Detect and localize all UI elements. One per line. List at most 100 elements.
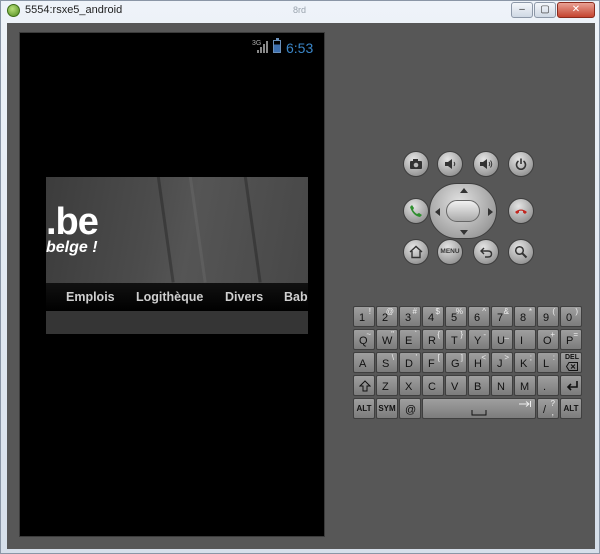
key-v[interactable]: V <box>445 375 467 396</box>
key-o[interactable]: O + <box>537 329 559 350</box>
menu-item-bab[interactable]: Bab <box>284 290 308 304</box>
search-icon <box>514 245 528 259</box>
key-e[interactable]: E ` <box>399 329 421 350</box>
key-8[interactable]: 8 * <box>514 306 536 327</box>
battery-icon <box>273 38 281 53</box>
site-banner[interactable]: .be belge ! <box>46 177 308 283</box>
call-button[interactable] <box>403 198 429 224</box>
key-shift[interactable] <box>353 375 375 396</box>
camera-button[interactable] <box>403 151 429 177</box>
key-alt-left[interactable]: ALT <box>353 398 375 419</box>
key-period[interactable]: . <box>537 375 559 396</box>
end-call-button[interactable] <box>508 198 534 224</box>
key-z[interactable]: Z <box>376 375 398 396</box>
key-c[interactable]: C <box>422 375 444 396</box>
key-p[interactable]: P = <box>560 329 582 350</box>
emulator-body: 3G 6:53 .be belge ! Emplois Logithèque D… <box>7 23 595 549</box>
title-bar[interactable]: 5554:rsxe5_android 8rd – ▢ ✕ <box>1 1 599 21</box>
key-slash[interactable]: /?, <box>537 398 559 419</box>
hardware-keyboard: 1! 2 @ 3 # 4 $ 5% 6 ^ 7 & 8 * 9( 0) Q ~ W " E ` R… <box>353 306 584 422</box>
key-l[interactable]: L: <box>537 352 559 373</box>
dpad-left-icon[interactable] <box>435 208 440 216</box>
key-q[interactable]: Q ~ <box>353 329 375 350</box>
key-a[interactable]: A <box>353 352 375 373</box>
maximize-button[interactable]: ▢ <box>534 2 556 18</box>
key-9[interactable]: 9( <box>537 306 559 327</box>
key-b[interactable]: B <box>468 375 490 396</box>
call-icon <box>410 205 422 217</box>
key-i[interactable]: I <box>514 329 536 350</box>
dpad[interactable] <box>429 183 497 239</box>
minimize-button[interactable]: – <box>511 2 533 18</box>
power-button[interactable] <box>508 151 534 177</box>
key-k[interactable]: K; <box>514 352 536 373</box>
key-t[interactable]: T} <box>445 329 467 350</box>
key-sym[interactable]: SYM <box>376 398 398 419</box>
key-r[interactable]: R{ <box>422 329 444 350</box>
window-controls: – ▢ ✕ <box>510 2 595 18</box>
space-icon <box>471 410 487 416</box>
site-menu: Emplois Logithèque Divers Bab <box>46 283 308 311</box>
close-button[interactable]: ✕ <box>557 2 595 18</box>
key-h[interactable]: H < <box>468 352 490 373</box>
volume-up-button[interactable] <box>473 151 499 177</box>
menu-item-emplois[interactable]: Emplois <box>66 290 115 304</box>
power-icon <box>515 158 527 170</box>
menu-button[interactable]: MENU <box>437 239 463 265</box>
back-button[interactable] <box>473 239 499 265</box>
home-button[interactable] <box>403 239 429 265</box>
key-3[interactable]: 3 # <box>399 306 421 327</box>
key-y[interactable]: Y- <box>468 329 490 350</box>
key-f[interactable]: F[ <box>422 352 444 373</box>
key-g[interactable]: G] <box>445 352 467 373</box>
key-1[interactable]: 1! <box>353 306 375 327</box>
key-6[interactable]: 6 ^ <box>468 306 490 327</box>
key-0[interactable]: 0) <box>560 306 582 327</box>
key-enter[interactable] <box>560 375 582 396</box>
key-w[interactable]: W " <box>376 329 398 350</box>
volume-down-button[interactable] <box>437 151 463 177</box>
site-logo[interactable]: .be <box>46 201 99 244</box>
key-alt-right[interactable]: ALT <box>560 398 582 419</box>
camera-icon <box>410 159 422 169</box>
key-5[interactable]: 5% <box>445 306 467 327</box>
key-d[interactable]: D ' <box>399 352 421 373</box>
key-x[interactable]: X <box>399 375 421 396</box>
end-call-icon <box>515 209 527 214</box>
back-icon <box>480 247 493 258</box>
key-n[interactable]: N <box>491 375 513 396</box>
key-u[interactable]: U _ <box>491 329 513 350</box>
home-icon <box>409 245 423 259</box>
dpad-down-icon[interactable] <box>460 230 468 235</box>
menu-item-divers[interactable]: Divers <box>225 290 263 304</box>
window-ghost-title: 8rd <box>293 5 307 15</box>
dpad-right-icon[interactable] <box>488 208 493 216</box>
key-s[interactable]: S \ <box>376 352 398 373</box>
tab-icon <box>519 401 531 407</box>
key-4[interactable]: 4 $ <box>422 306 444 327</box>
volume-down-icon <box>445 159 456 169</box>
window-title: 5554:rsxe5_android <box>25 4 123 16</box>
emulator-window: 5554:rsxe5_android 8rd – ▢ ✕ 3G 6:53 .be <box>0 0 600 554</box>
key-j[interactable]: J > <box>491 352 513 373</box>
search-button[interactable] <box>508 239 534 265</box>
key-del[interactable]: DEL <box>560 352 582 373</box>
key-2[interactable]: 2 @ <box>376 306 398 327</box>
menu-item-logitheque[interactable]: Logithèque <box>136 290 203 304</box>
volume-up-icon <box>480 159 493 169</box>
site-tagline: belge ! <box>46 239 98 256</box>
key-m[interactable]: M <box>514 375 536 396</box>
enter-icon <box>566 381 578 391</box>
dpad-up-icon[interactable] <box>460 188 468 193</box>
key-7[interactable]: 7 & <box>491 306 513 327</box>
key-space[interactable] <box>422 398 536 419</box>
menu-button-label: MENU <box>440 248 460 255</box>
backspace-icon <box>566 362 578 371</box>
device-screen[interactable]: 3G 6:53 .be belge ! Emplois Logithèque D… <box>19 32 325 537</box>
emulator-app-icon <box>7 4 20 17</box>
signal-icon <box>257 41 269 53</box>
key-at[interactable]: @ <box>399 398 421 419</box>
submenu-bar <box>46 311 308 334</box>
dpad-center-button[interactable] <box>446 200 480 222</box>
shift-icon <box>359 380 371 392</box>
